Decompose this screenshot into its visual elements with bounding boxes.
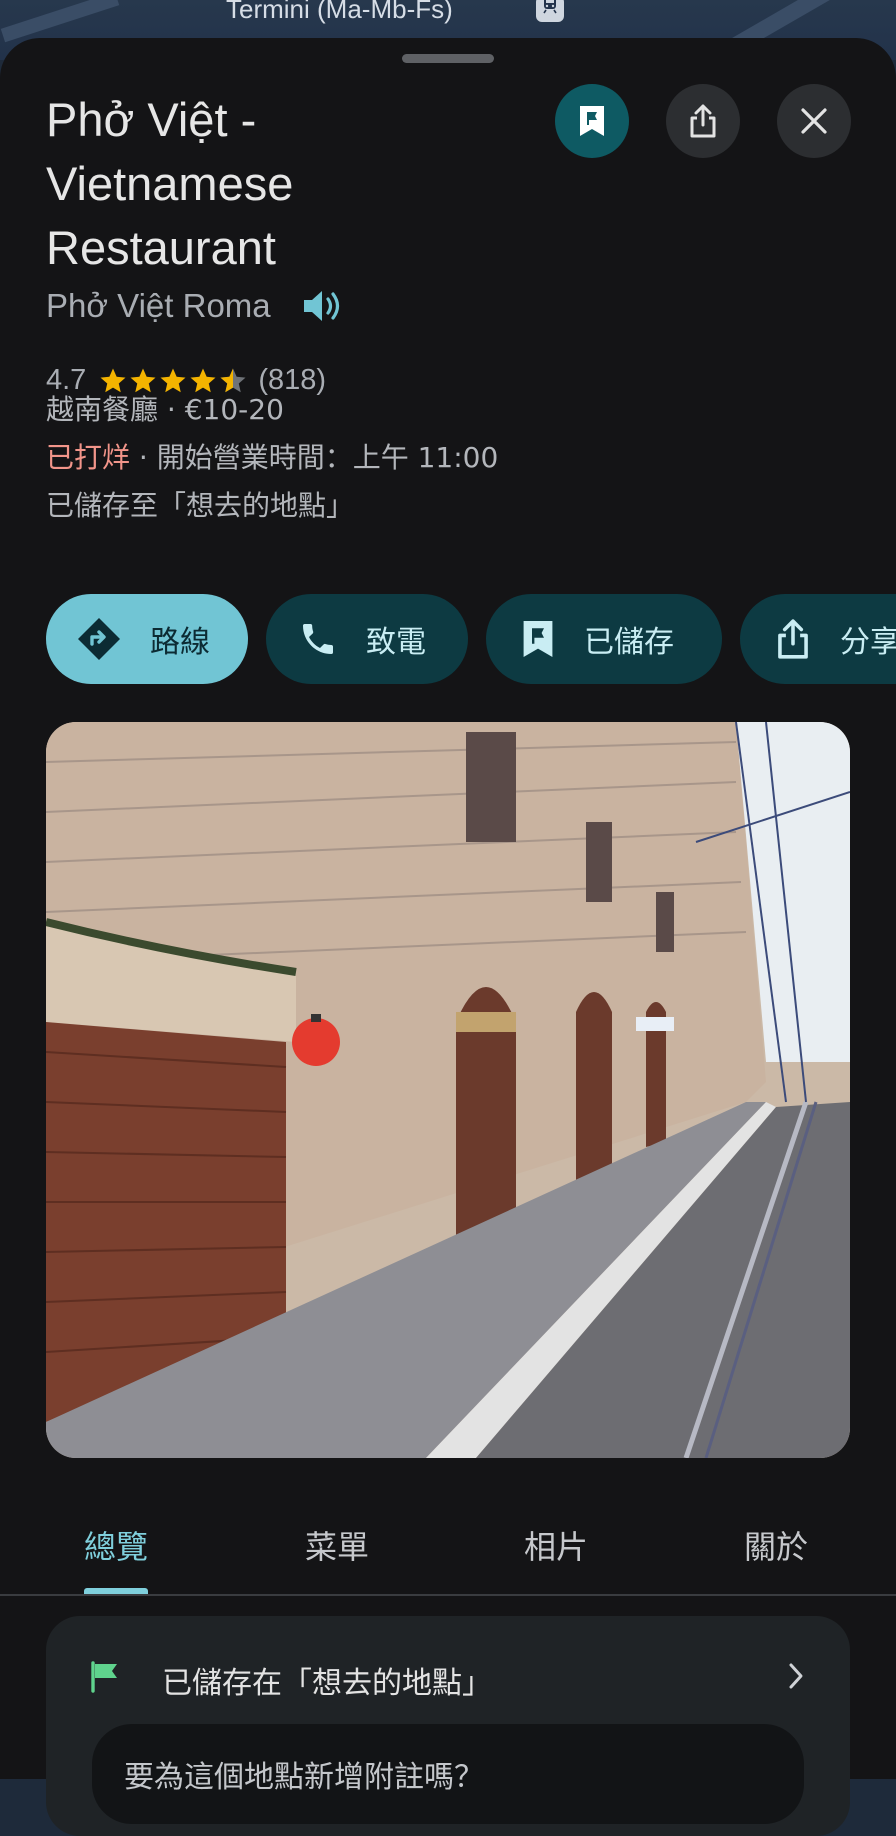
local-name: Phở Việt Roma [46,287,271,324]
saved-button[interactable]: 已儲存 [486,594,722,684]
tab-overview[interactable]: 總覽 [84,1522,148,1568]
place-title: Phở Việt - Vietnamese Restaurant [46,93,294,274]
tab-menu[interactable]: 菜單 [305,1522,369,1568]
opening-hours: · 開始營業時間：上午 11:00 [130,441,499,474]
saved-list-link[interactable]: 已儲存在「想去的地點」 [162,1658,492,1702]
saved-list-card: 已儲存在「想去的地點」 要為這個地點新增附註嗎？ [46,1616,850,1836]
place-photo[interactable] [46,722,850,1458]
flag-icon [88,1660,122,1698]
drag-handle[interactable] [402,54,494,63]
map-station-label[interactable]: Termini (Ma-Mb-Fs) [226,0,453,25]
map-road [0,0,120,43]
hours-row[interactable]: 已打烊 · 開始營業時間：上午 11:00 [46,436,498,476]
bookmark-flag-icon [580,106,604,136]
directions-button[interactable]: 路線 [46,594,248,684]
category-price: 越南餐廳 · €10-20 [46,393,284,426]
share-button[interactable] [666,84,740,158]
bookmark-flag-icon [520,618,556,660]
tab-divider [0,1594,896,1596]
share-icon [690,104,716,138]
share-label: 分享 [840,625,896,660]
share-icon [774,616,812,662]
share-pill-button[interactable]: 分享 [740,594,896,684]
saved-bookmark-button[interactable] [555,84,629,158]
train-station-icon[interactable] [536,0,564,22]
call-label: 致電 [366,625,426,660]
saved-label: 已儲存 [584,625,674,660]
speaker-icon[interactable] [301,286,345,326]
saved-list-info: 已儲存至「想去的地點」 [46,489,355,522]
tab-about[interactable]: 關於 [744,1522,808,1568]
close-button[interactable] [777,84,851,158]
tab-photos[interactable]: 相片 [524,1522,588,1568]
place-sheet: Phở Việt - Vietnamese Restaurant Phở Việ… [0,38,896,1836]
chevron-right-icon[interactable] [786,1660,806,1696]
directions-icon [76,616,122,662]
close-icon [801,108,827,134]
local-name-row: Phở Việt Roma [46,286,345,326]
phone-icon [298,619,338,659]
directions-label: 路線 [150,625,210,660]
tab-bar: 總覽 菜單 相片 關於 [0,1508,896,1598]
call-button[interactable]: 致電 [266,594,468,684]
open-status: 已打烊 [46,441,131,474]
note-input[interactable]: 要為這個地點新增附註嗎？ [92,1724,804,1824]
